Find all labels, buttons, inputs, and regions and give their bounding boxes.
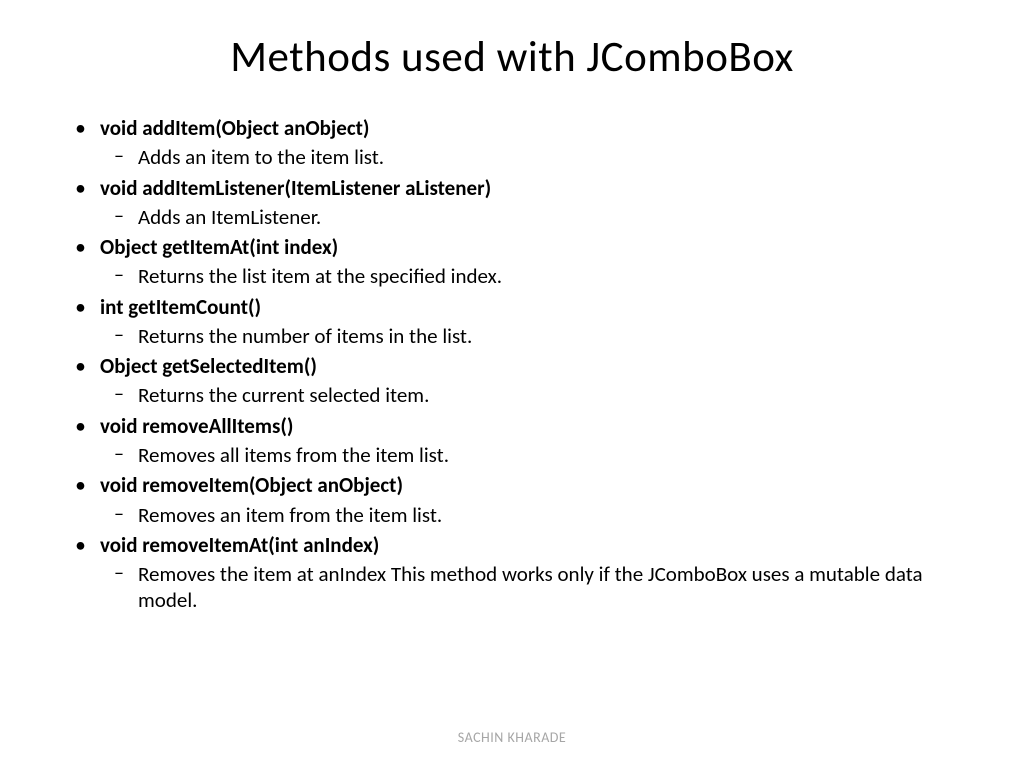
method-signature: int getItemCount() [100,294,954,321]
method-signature: void removeItemAt(int anIndex) [100,532,954,559]
method-description: Removes the item at anIndex This method … [100,561,954,614]
method-item: Object getItemAt(int index) Returns the … [100,234,954,290]
method-signature: Object getItemAt(int index) [100,234,954,261]
method-description: Adds an item to the item list. [100,144,954,170]
method-description: Removes an item from the item list. [100,502,954,528]
method-signature: void addItem(Object anObject) [100,115,954,142]
slide-title: Methods used with JComboBox [70,30,954,83]
method-description: Returns the current selected item. [100,382,954,408]
method-description: Returns the list item at the specified i… [100,263,954,289]
method-item: void removeAllItems() Removes all items … [100,413,954,469]
method-item: void removeItem(Object anObject) Removes… [100,472,954,528]
method-signature: Object getSelectedItem() [100,353,954,380]
method-description: Adds an ItemListener. [100,204,954,230]
method-item: Object getSelectedItem() Returns the cur… [100,353,954,409]
method-item: int getItemCount() Returns the number of… [100,294,954,350]
method-signature: void removeItem(Object anObject) [100,472,954,499]
methods-list: void addItem(Object anObject) Adds an it… [70,115,954,614]
footer-author: SACHIN KHARADE [0,729,1024,746]
method-signature: void addItemListener(ItemListener aListe… [100,175,954,202]
method-item: void removeItemAt(int anIndex) Removes t… [100,532,954,614]
method-item: void addItem(Object anObject) Adds an it… [100,115,954,171]
method-item: void addItemListener(ItemListener aListe… [100,175,954,231]
method-description: Removes all items from the item list. [100,442,954,468]
method-description: Returns the number of items in the list. [100,323,954,349]
method-signature: void removeAllItems() [100,413,954,440]
